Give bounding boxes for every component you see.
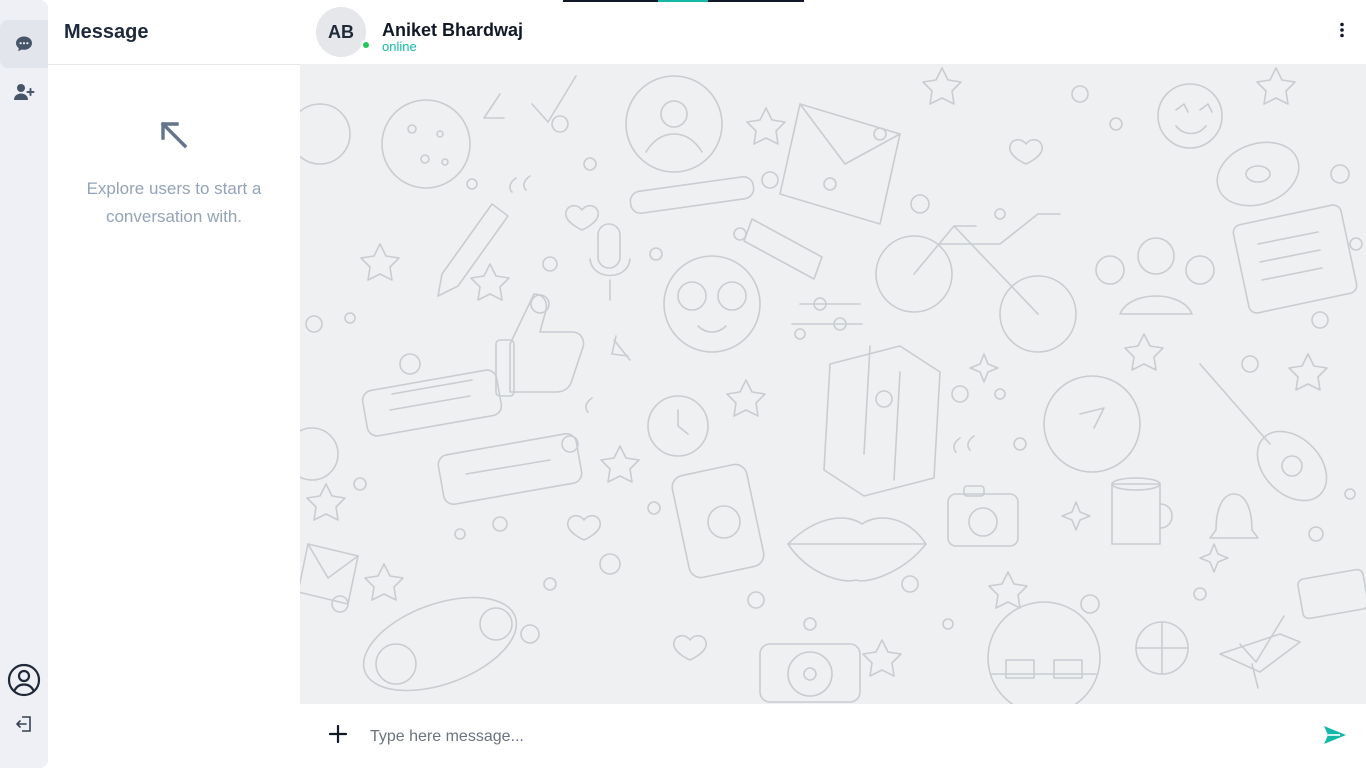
avatar[interactable]: AB <box>316 7 366 57</box>
message-composer <box>300 704 1366 768</box>
chat-messages-area <box>300 64 1366 704</box>
rail-add-user-button[interactable] <box>0 68 48 116</box>
user-plus-icon <box>13 82 35 102</box>
sidebar-title: Message <box>64 20 149 43</box>
more-options-button[interactable] <box>1332 20 1352 44</box>
contact-name[interactable]: Aniket Bhardwaj <box>382 20 523 41</box>
send-icon <box>1322 724 1348 751</box>
empty-state-text: Explore users to start a conversation wi… <box>86 179 262 226</box>
chat-header: AB Aniket Bhardwaj online <box>300 0 1366 64</box>
logout-icon <box>15 715 33 733</box>
sidebar-header: Message <box>48 0 300 65</box>
doodle-wallpaper <box>300 67 1366 704</box>
attach-button[interactable] <box>326 724 350 748</box>
more-vertical-icon <box>1339 22 1345 43</box>
send-button[interactable] <box>1320 724 1350 750</box>
rail-chats-button[interactable] <box>0 20 48 68</box>
arrow-up-left-icon <box>159 120 189 155</box>
message-input[interactable] <box>370 720 1270 754</box>
rail-logout-button[interactable] <box>0 700 48 748</box>
chat-bubble-icon <box>14 34 34 54</box>
user-circle-icon <box>7 663 41 697</box>
message-sidebar: Message Explore users to start a convers… <box>48 0 300 768</box>
online-status-dot <box>361 40 371 50</box>
top-tab-accent <box>658 0 708 2</box>
rail-profile-button[interactable] <box>0 656 48 704</box>
empty-state: Explore users to start a conversation wi… <box>48 120 300 231</box>
avatar-initials: AB <box>328 21 354 42</box>
icon-rail <box>0 0 48 768</box>
contact-status: online <box>382 39 417 54</box>
plus-icon <box>328 724 348 748</box>
